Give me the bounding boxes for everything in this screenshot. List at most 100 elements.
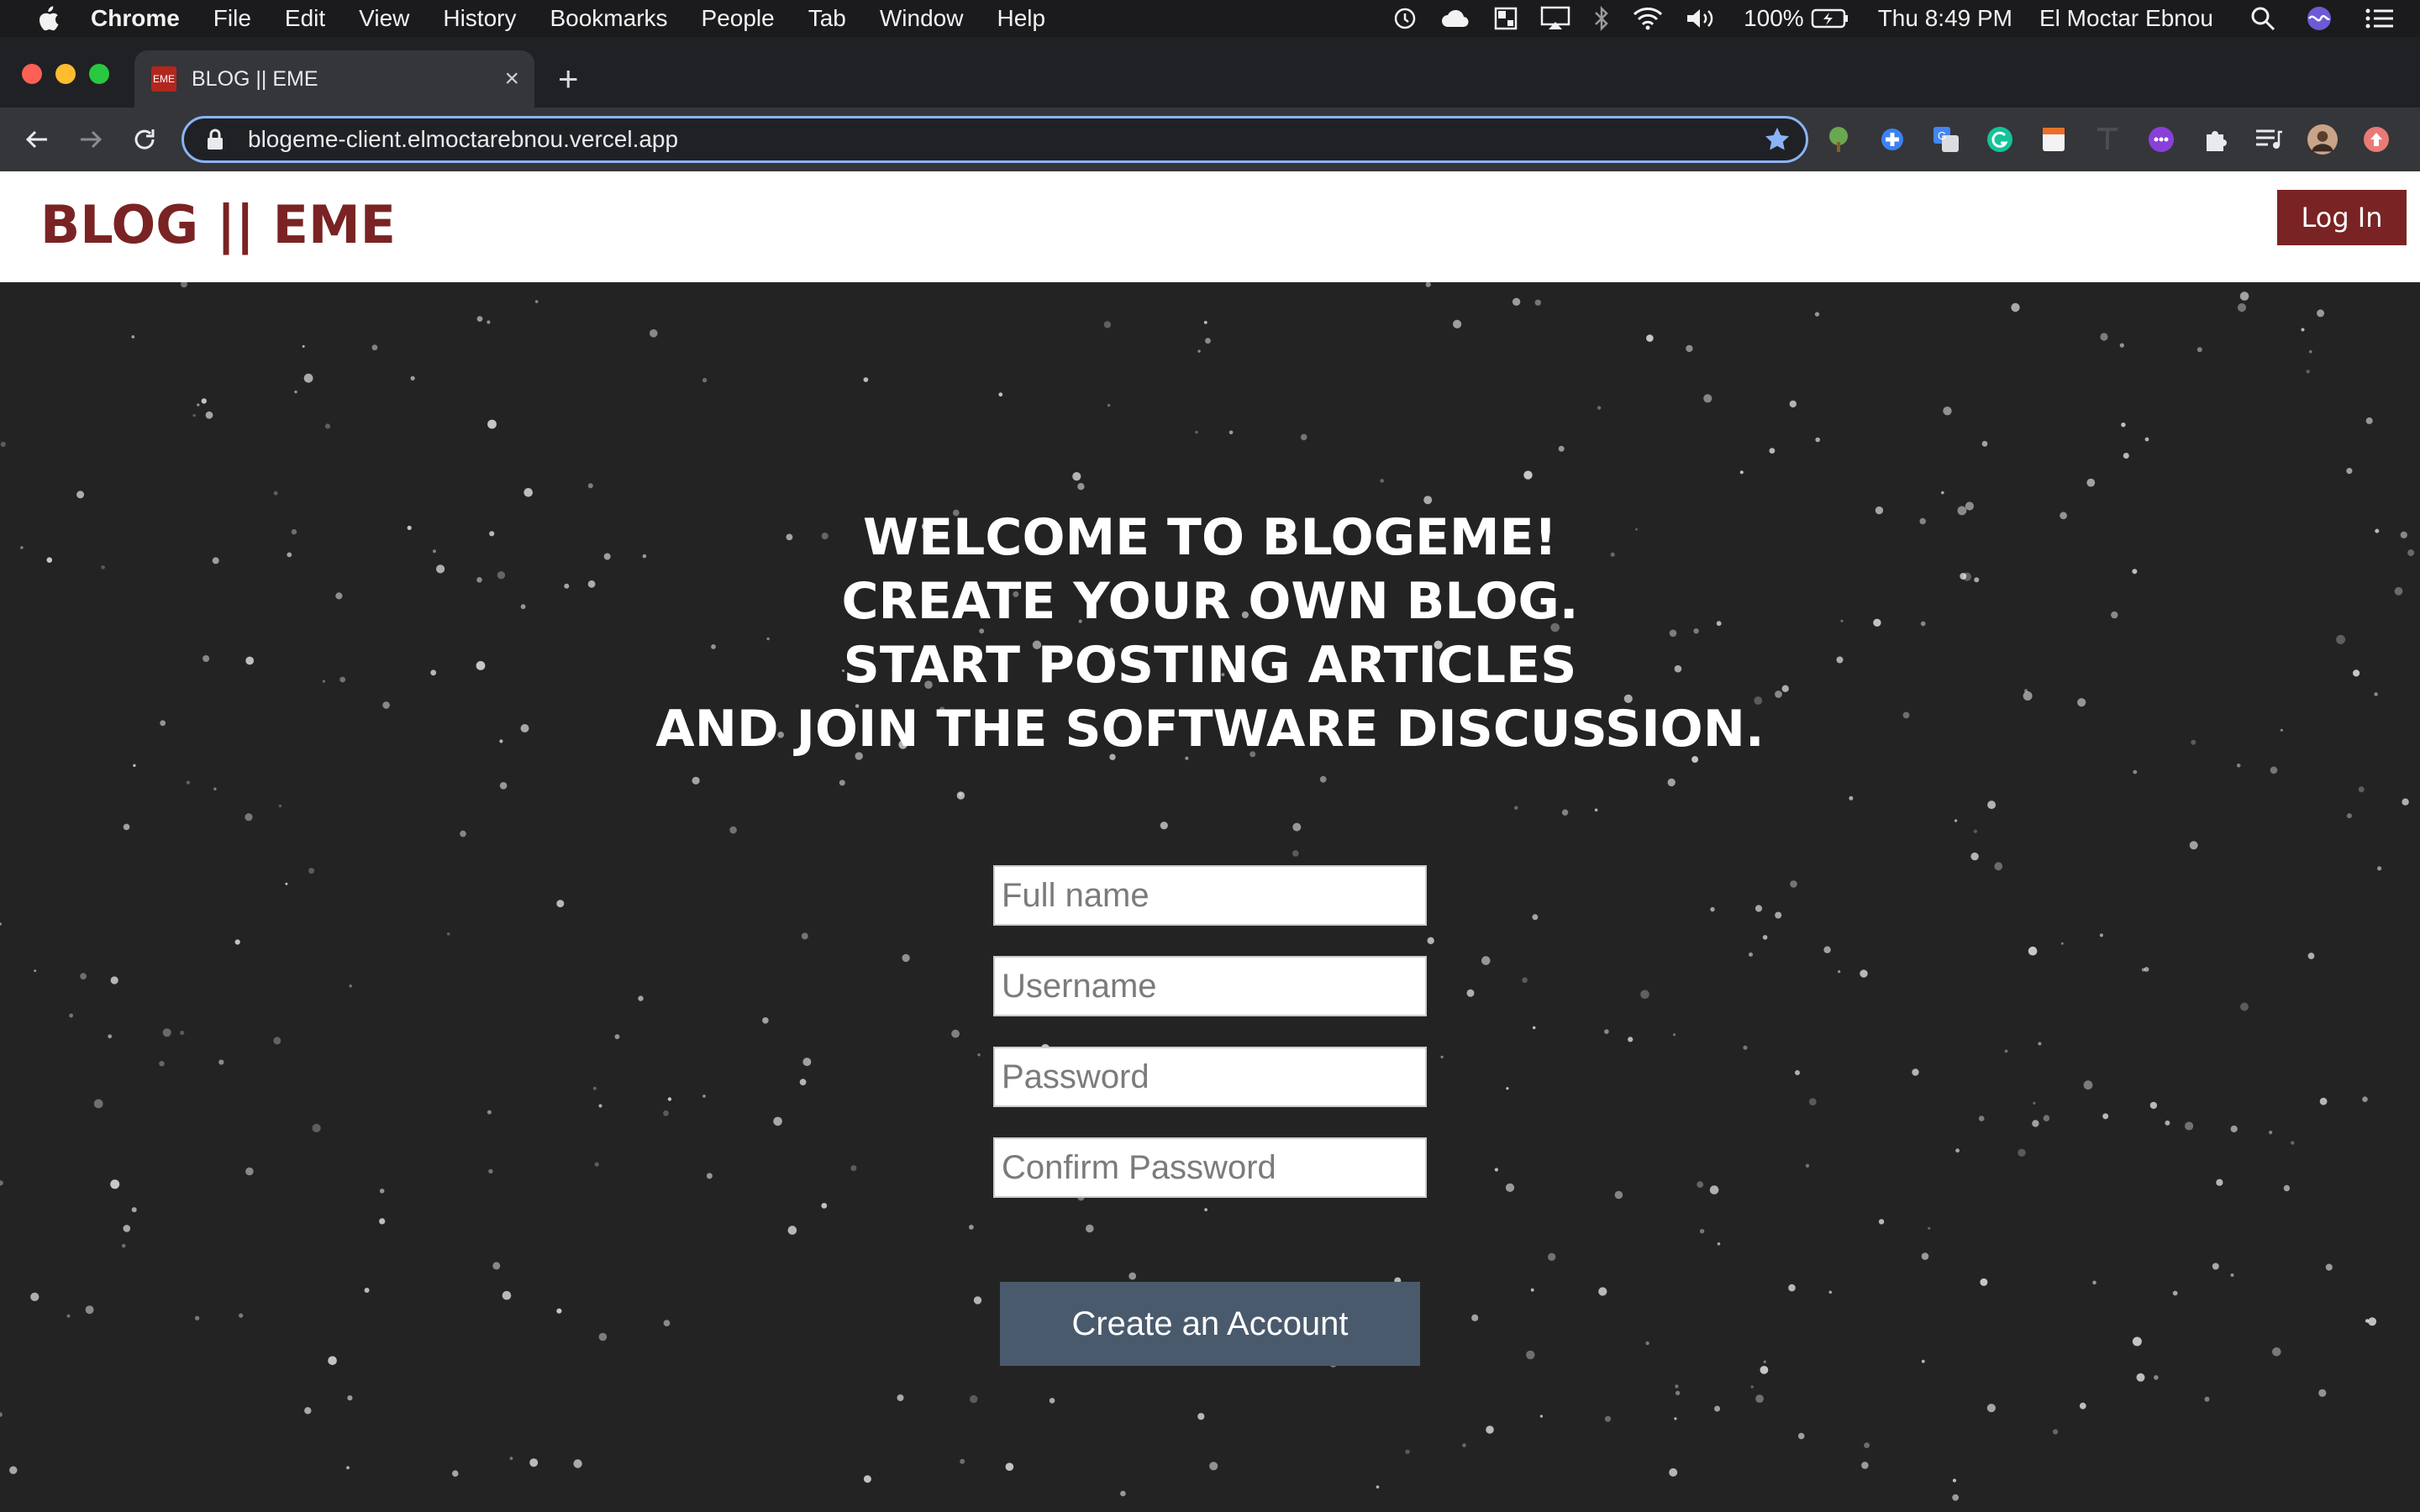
- star-dot: [1292, 850, 1299, 857]
- airplay-icon[interactable]: [1540, 6, 1570, 31]
- confirm-password-input[interactable]: [993, 1137, 1427, 1198]
- menu-edit[interactable]: Edit: [285, 5, 325, 32]
- star-dot: [499, 782, 508, 790]
- star-dot: [1512, 297, 1521, 306]
- maximize-window-button[interactable]: [89, 64, 109, 84]
- user-name[interactable]: El Moctar Ebnou: [2039, 5, 2213, 32]
- close-window-button[interactable]: [22, 64, 42, 84]
- star-dot: [239, 1313, 244, 1318]
- star-dot: [663, 1320, 671, 1326]
- url-text[interactable]: blogeme-client.elmoctarebnou.vercel.app: [248, 126, 1764, 153]
- minimize-window-button[interactable]: [55, 64, 76, 84]
- spotlight-search-icon[interactable]: [2250, 6, 2275, 31]
- tab-close-icon[interactable]: ×: [504, 65, 519, 93]
- apple-icon[interactable]: [34, 4, 62, 33]
- tab-blog-eme[interactable]: EME BLOG || EME ×: [134, 50, 534, 108]
- menu-bookmarks[interactable]: Bookmarks: [550, 5, 667, 32]
- wifi-icon[interactable]: [1633, 7, 1663, 30]
- star-dot: [1912, 1068, 1919, 1076]
- create-account-button[interactable]: Create an Account: [1000, 1282, 1420, 1366]
- clock[interactable]: Thu 8:49 PM: [1878, 5, 2012, 32]
- new-tab-icon[interactable]: +: [558, 61, 579, 97]
- menu-history[interactable]: History: [443, 5, 516, 32]
- username-input[interactable]: [993, 956, 1427, 1016]
- address-bar[interactable]: blogeme-client.elmoctarebnou.vercel.app: [182, 116, 1808, 163]
- bluetooth-icon[interactable]: [1592, 6, 1611, 31]
- menu-file[interactable]: File: [213, 5, 251, 32]
- window-layout-icon[interactable]: [1493, 6, 1518, 31]
- star-dot: [1534, 299, 1542, 306]
- cloud-icon[interactable]: [1439, 7, 1471, 30]
- cross-extension-icon[interactable]: [1877, 124, 1907, 155]
- battery-icon[interactable]: [1811, 8, 1849, 29]
- star-dot: [2123, 453, 2129, 459]
- menu-app-name[interactable]: Chrome: [91, 5, 180, 32]
- star-dot: [1561, 809, 1569, 816]
- purple-extension-icon[interactable]: [2146, 124, 2176, 155]
- password-input[interactable]: [993, 1047, 1427, 1107]
- star-dot: [1203, 321, 1207, 324]
- star-dot: [245, 813, 253, 822]
- puzzle-extensions-icon[interactable]: [2200, 124, 2230, 155]
- profile-avatar[interactable]: [2307, 124, 2338, 155]
- star-dot: [1614, 1190, 1623, 1200]
- tree-extension-icon[interactable]: [1823, 124, 1854, 155]
- star-dot: [2083, 1080, 2093, 1090]
- menu-window[interactable]: Window: [880, 5, 964, 32]
- star-dot: [1763, 1360, 1766, 1363]
- star-dot: [1471, 1314, 1479, 1321]
- star-dot: [1743, 1045, 1748, 1050]
- star-dot: [2053, 1429, 2059, 1435]
- bookmark-star-icon[interactable]: [1764, 126, 1791, 153]
- reload-icon[interactable]: [128, 123, 161, 156]
- update-indicator-icon[interactable]: [2361, 124, 2391, 155]
- star-dot: [302, 344, 305, 348]
- star-dot: [1466, 989, 1475, 997]
- star-dot: [201, 398, 207, 404]
- star-dot: [2092, 1280, 2096, 1285]
- back-icon[interactable]: [20, 123, 54, 156]
- lock-icon[interactable]: [206, 129, 231, 150]
- star-dot: [1072, 472, 1081, 481]
- volume-icon[interactable]: [1685, 6, 1718, 31]
- media-queue-icon[interactable]: [2254, 124, 2284, 155]
- text-extension-icon[interactable]: [2092, 124, 2123, 155]
- star-dot: [1973, 829, 1977, 833]
- siri-icon[interactable]: [2306, 5, 2333, 32]
- star-dot: [1380, 479, 1384, 483]
- star-dot: [346, 1466, 350, 1470]
- star-dot: [1049, 1398, 1055, 1404]
- time-machine-icon[interactable]: [1392, 6, 1418, 31]
- menu-view[interactable]: View: [359, 5, 409, 32]
- grammarly-icon[interactable]: [1985, 124, 2015, 155]
- star-dot: [194, 1315, 200, 1320]
- fullname-input[interactable]: [993, 865, 1427, 926]
- site-brand[interactable]: BLOG || EME: [40, 188, 396, 262]
- notification-center-icon[interactable]: [2365, 7, 2395, 30]
- star-dot: [294, 390, 297, 394]
- star-dot: [2102, 1113, 2109, 1120]
- star-dot: [1921, 1252, 1929, 1260]
- menu-people[interactable]: People: [702, 5, 775, 32]
- star-dot: [85, 1305, 94, 1315]
- star-dot: [1228, 430, 1234, 435]
- star-dot: [1425, 282, 1431, 287]
- star-dot: [121, 1243, 126, 1248]
- star-dot: [1645, 1341, 1649, 1346]
- star-dot: [2154, 1375, 2159, 1380]
- star-dot: [186, 780, 190, 785]
- forward-icon[interactable]: [74, 123, 108, 156]
- menu-help[interactable]: Help: [997, 5, 1045, 32]
- star-dot: [2358, 786, 2365, 793]
- star-dot: [234, 939, 240, 945]
- google-translate-icon[interactable]: G: [1931, 124, 1961, 155]
- star-dot: [1943, 407, 1952, 416]
- menu-tab[interactable]: Tab: [808, 5, 846, 32]
- star-dot: [1597, 406, 1602, 410]
- star-dot: [2317, 309, 2325, 318]
- notes-extension-icon[interactable]: [2039, 124, 2069, 155]
- star-dot: [1749, 952, 1753, 957]
- star-dot: [902, 953, 910, 963]
- browser-toolbar: blogeme-client.elmoctarebnou.vercel.app …: [0, 108, 2420, 171]
- login-button[interactable]: Log In: [2277, 190, 2407, 245]
